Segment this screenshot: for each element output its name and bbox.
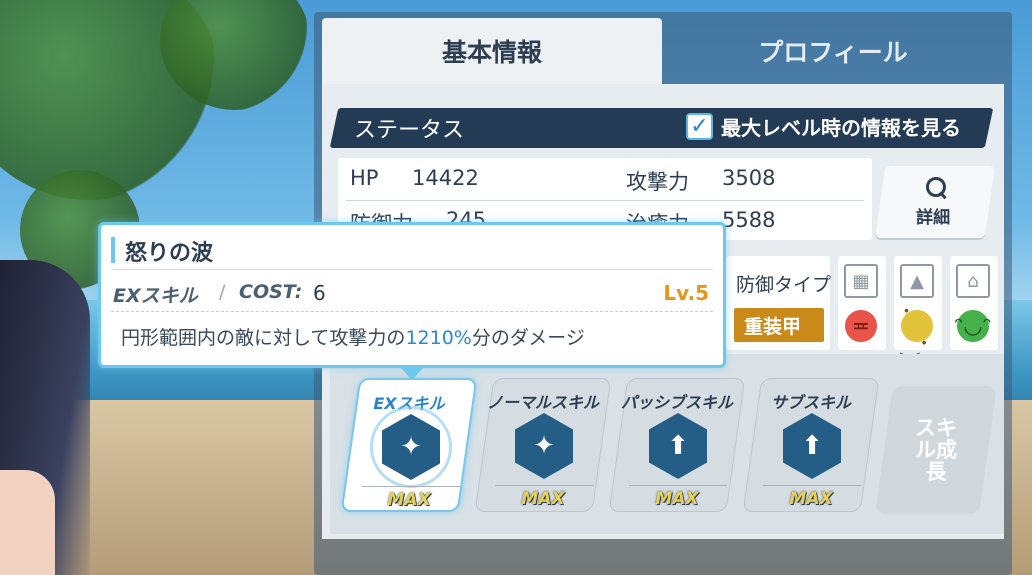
- attack-label: 攻撃力: [626, 170, 689, 194]
- max-level-toggle[interactable]: ✓ 最大レベル時の情報を見る: [686, 112, 961, 141]
- hp-label: HP: [350, 166, 379, 190]
- tab-basic-info[interactable]: 基本情報: [322, 18, 662, 84]
- skill-card-sub[interactable]: サブスキル ⬆ MAX: [742, 378, 880, 512]
- tooltip-pointer: [399, 366, 425, 380]
- heal-value: 5588: [722, 208, 776, 232]
- tooltip-dashed-divider: [111, 311, 713, 312]
- slash-icon: ✦: [515, 413, 573, 479]
- skill-card-passive[interactable]: パッシブスキル ⬆ MAX: [608, 378, 746, 512]
- house-icon: ⌂: [956, 264, 990, 298]
- tooltip-separator: /: [219, 281, 226, 303]
- building-icon: ▦: [844, 264, 878, 298]
- defense-type-label: 防御タイプ: [736, 274, 832, 296]
- tooltip-level: Lv.5: [663, 281, 709, 305]
- tooltip-cost-label: COST:: [239, 281, 303, 303]
- hp-value: 14422: [412, 166, 479, 190]
- skill-grow-button[interactable]: スキル成長: [875, 386, 997, 514]
- max-badge: MAX: [387, 490, 431, 510]
- max-badge: MAX: [789, 489, 833, 509]
- tooltip-skill-type: EXスキル: [113, 285, 198, 307]
- desc-prefix: 円形範囲内の敵に対して攻撃力の: [121, 327, 406, 349]
- max-level-label: 最大レベル時の情報を見る: [721, 116, 961, 140]
- skill-tooltip: 怒りの波 EXスキル / COST: 6 Lv.5 円形範囲内の敵に対して攻撃力…: [98, 222, 726, 368]
- max-badge: MAX: [521, 489, 565, 509]
- tooltip-divider: [111, 269, 713, 270]
- terrain-indoor: ⌂ ᵔ◡ᵔ: [950, 256, 998, 350]
- armor-type-badge: 重装甲: [734, 308, 824, 342]
- happy-face-icon: ᵔ◡ᵔ: [954, 308, 992, 344]
- angry-face-icon: ≖: [843, 308, 879, 344]
- tooltip-accent-bar: [111, 237, 115, 263]
- detail-button[interactable]: 詳細: [874, 166, 996, 238]
- skill-card-normal[interactable]: ノーマルスキル ✦ MAX: [474, 378, 612, 512]
- terrain-street: ▦ ≖: [838, 256, 886, 350]
- desc-suffix: 分のダメージ: [471, 327, 585, 349]
- checkbox-checked-icon[interactable]: ✓: [686, 113, 713, 140]
- pistol-up-icon: ⬆: [649, 413, 707, 479]
- skill-divider: [763, 485, 861, 486]
- detail-label: 詳細: [916, 207, 951, 228]
- skill-divider: [362, 486, 460, 487]
- neutral-face-icon: ･‿･: [899, 300, 935, 357]
- tooltip-description: 円形範囲内の敵に対して攻撃力の1210%分のダメージ: [121, 323, 585, 350]
- search-icon: [926, 177, 948, 199]
- skill-grow-label: スキル成長: [915, 415, 958, 485]
- attack-value: 3508: [722, 166, 776, 190]
- skill-divider: [495, 485, 593, 486]
- max-badge: MAX: [655, 489, 699, 509]
- skill-card-ex[interactable]: EXスキル ✦ MAX: [340, 378, 478, 512]
- skill-name: パッシブスキル: [620, 393, 733, 412]
- status-title: ステータス: [354, 118, 465, 143]
- desc-highlight: 1210%: [405, 327, 472, 349]
- tooltip-cost-value: 6: [313, 281, 326, 305]
- tab-profile[interactable]: プロフィール: [662, 18, 1004, 84]
- skill-name: サブスキル: [770, 393, 851, 412]
- mountain-icon: ▲: [900, 264, 934, 298]
- tooltip-title: 怒りの波: [125, 241, 214, 266]
- skill-name: ノーマルスキル: [486, 393, 599, 412]
- character-arm: [0, 470, 55, 575]
- stats-divider: [346, 200, 864, 201]
- skill-divider: [629, 485, 727, 486]
- terrain-outdoor: ▲ ･‿･: [894, 256, 942, 357]
- pistol-up-icon: ⬆: [783, 413, 841, 479]
